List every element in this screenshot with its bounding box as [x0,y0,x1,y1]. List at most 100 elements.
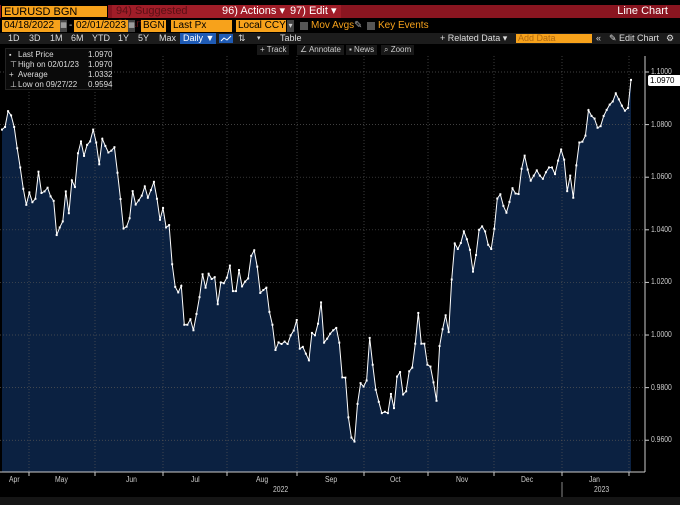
data-point [557,159,560,162]
data-point [110,149,113,152]
data-point [313,334,316,337]
data-point [177,291,180,294]
data-point [374,388,377,391]
data-point [514,192,517,195]
data-point [499,193,502,196]
data-point [271,323,274,326]
data-point [350,436,353,439]
data-point [241,285,244,288]
legend-box: ▪ Last Price 1.0970 ⊤ High on 02/01/23 1… [5,48,112,90]
data-point [13,125,16,128]
data-point [198,296,201,299]
data-point [517,193,520,196]
data-point [368,336,371,339]
data-point [234,290,237,293]
data-point [493,227,496,230]
data-point [587,109,590,112]
data-point [174,285,177,288]
data-point [456,248,459,251]
data-point [98,163,101,166]
data-point [25,203,28,206]
data-point [405,390,408,393]
data-point [487,243,490,246]
data-point [550,166,553,169]
data-point [83,154,86,157]
data-point [338,341,341,344]
data-point [162,206,165,209]
data-point [149,189,152,192]
data-point [146,196,149,199]
data-point [189,318,192,321]
data-point [80,140,83,143]
data-point [423,342,426,345]
data-point [544,171,547,174]
data-point [605,108,608,111]
data-point [101,137,104,140]
data-point [137,199,140,202]
data-point [228,264,231,267]
x-tick-label: Aug [256,475,269,484]
data-point [475,254,478,257]
legend-value: 1.0970 [88,50,113,59]
data-point [599,125,602,128]
data-point [186,323,189,326]
data-point [119,198,122,201]
data-point [453,242,456,245]
data-point [28,191,31,194]
data-point [377,400,380,403]
data-point [535,169,538,172]
data-point [122,227,125,230]
legend-value: 1.0970 [88,60,113,69]
y-tick-label: 0.9800 [651,382,672,392]
data-point [73,185,76,188]
data-point [225,276,228,279]
data-point [630,78,632,81]
data-point [55,234,58,237]
data-point [4,125,7,128]
data-point [207,272,210,275]
data-point [274,349,277,352]
data-point [596,126,599,129]
data-point [581,140,584,143]
data-point [356,402,359,405]
data-point [532,174,535,177]
legend-value: 0.9594 [88,80,113,89]
data-point [216,303,219,306]
last-price-tag: 1.0970 [648,75,680,86]
x-tick-label: Dec [521,475,534,484]
data-point [64,190,67,193]
data-point [578,141,581,144]
x-tick-label: Sep [325,475,338,484]
data-point [89,140,92,143]
data-point [128,217,131,220]
data-point [478,228,481,231]
average-icon: + [9,70,14,79]
data-point [265,286,268,289]
data-point [620,104,623,107]
legend-value: 1.0332 [88,70,113,79]
data-point [125,225,128,228]
legend-label: Last Price [18,50,54,59]
data-point [92,128,95,131]
data-point [444,314,447,317]
legend-label: Average [18,70,48,79]
data-point [307,359,310,362]
data-point [76,152,79,155]
data-point [505,211,508,214]
data-point [411,366,414,369]
data-point [614,92,617,95]
data-point [508,200,511,203]
data-point [490,248,493,251]
x-tick-label: Apr [9,475,20,484]
data-point [140,194,143,197]
data-point [49,195,52,198]
data-point [396,375,399,378]
data-point [259,291,262,294]
data-point [371,363,374,366]
data-point [107,151,110,154]
data-point [253,249,256,252]
data-point [429,365,432,368]
data-point [432,381,435,384]
data-point [459,241,462,244]
data-point [277,341,280,344]
